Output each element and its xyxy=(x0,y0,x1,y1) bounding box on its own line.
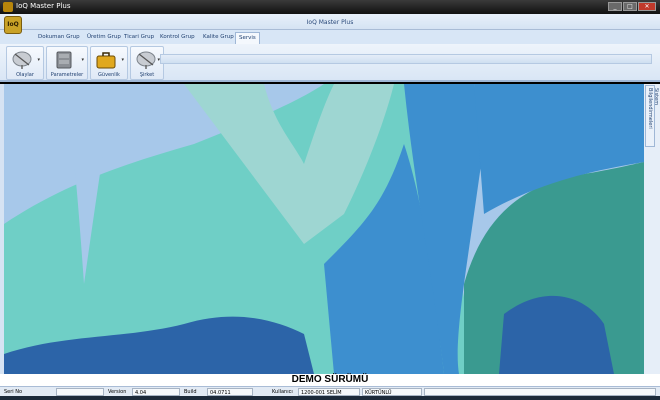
app-icon xyxy=(3,2,13,12)
taskbar xyxy=(0,396,660,400)
ribbon-empty-area xyxy=(160,54,652,64)
side-tab-label: Sistem Bilgilendirmeleri xyxy=(647,88,659,129)
desktop-background xyxy=(4,84,644,374)
ribbon-header: IoQ IoQ Master Plus xyxy=(0,14,660,34)
ribbon-button-parametreler[interactable]: ▾ Parametreler xyxy=(46,46,88,80)
ribbon-button-guvenlik[interactable]: ▾ Güvenlik xyxy=(90,46,128,80)
ribbon-button-sirket[interactable]: ▾ Şirket xyxy=(130,46,164,80)
status-seri-no-value xyxy=(56,388,104,396)
status-version-label: Version xyxy=(108,389,127,395)
status-user-surname: KÜRTÜNLÜ xyxy=(362,388,422,396)
ribbon-body: ▾ Olaylar ▾ Parametreler ▾ Güvenlik ▾ Şi… xyxy=(0,44,660,82)
tab-servis[interactable]: Servis xyxy=(235,32,260,44)
ribbon-button-label: Şirket xyxy=(139,72,155,78)
close-button[interactable]: ✕ xyxy=(638,2,656,11)
tab-kalite-grup[interactable]: Kalite Grup xyxy=(203,34,234,40)
status-build-value: 04.0711 xyxy=(207,388,253,396)
server-icon xyxy=(56,51,72,69)
app-logo[interactable]: IoQ xyxy=(4,16,22,34)
maximize-button[interactable]: □ xyxy=(623,2,637,11)
status-bar: Seri No Version 4.04 Build 04.0711 Kulla… xyxy=(0,386,660,396)
window-controls: _ □ ✕ xyxy=(608,2,656,11)
status-version-value: 4.04 xyxy=(132,388,180,396)
ribbon-button-olaylar[interactable]: ▾ Olaylar xyxy=(6,46,44,80)
chevron-down-icon[interactable]: ▾ xyxy=(81,57,84,63)
tab-kontrol-grup[interactable]: Kontrol Grup xyxy=(160,34,195,40)
status-user-value: 1200-001 SELİM xyxy=(298,388,360,396)
tab-ticari-grup[interactable]: Ticari Grup xyxy=(124,34,154,40)
status-seri-no-label: Seri No xyxy=(4,389,23,395)
briefcase-icon xyxy=(96,52,116,69)
background-wallpaper xyxy=(4,84,644,374)
ribbon-button-label: Parametreler xyxy=(50,72,84,78)
window-title-bar: IoQ Master Plus _ □ ✕ xyxy=(0,0,660,14)
status-empty-cell xyxy=(424,388,656,396)
ribbon-button-label: Güvenlik xyxy=(98,72,120,78)
status-user-label: Kullanıcı xyxy=(272,389,293,395)
ribbon-button-label: Olaylar xyxy=(16,72,34,78)
window-title: IoQ Master Plus xyxy=(16,2,71,10)
demo-banner-text: DEMO SÜRÜMÜ xyxy=(291,374,369,385)
side-tab-sistem-bilgilendirmeleri[interactable]: Sistem Bilgilendirmeleri xyxy=(645,85,659,147)
ribbon-title: IoQ Master Plus xyxy=(306,19,354,26)
satellite-dish-icon xyxy=(12,51,32,69)
demo-banner: DEMO SÜRÜMÜ xyxy=(0,374,660,386)
chevron-down-icon[interactable]: ▾ xyxy=(121,57,124,63)
tab-dokuman-grup[interactable]: Dokuman Grup xyxy=(38,34,80,40)
minimize-button[interactable]: _ xyxy=(608,2,622,11)
chevron-down-icon[interactable]: ▾ xyxy=(37,57,40,63)
satellite-dish-icon xyxy=(136,51,156,69)
tab-uretim-grup[interactable]: Üretim Grup xyxy=(87,34,121,40)
status-build-label: Build xyxy=(184,389,197,395)
ribbon-tabs: Dokuman Grup Üretim Grup Ticari Grup Kon… xyxy=(0,30,660,44)
